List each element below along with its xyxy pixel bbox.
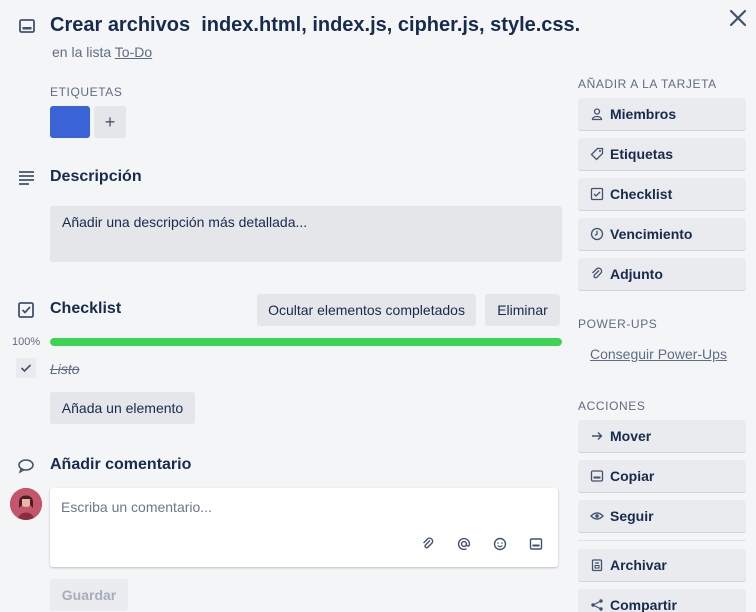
- label-chip[interactable]: [50, 106, 90, 138]
- archive-label: Archivar: [610, 557, 667, 573]
- checklist-icon: [590, 187, 604, 201]
- comment-heading: Añadir comentario: [50, 456, 192, 473]
- powerups-heading: POWER-UPS: [578, 317, 658, 331]
- checklist-icon: [17, 301, 35, 319]
- attachment-label: Adjunto: [610, 266, 663, 282]
- in-list-prefix: en la lista: [52, 44, 112, 60]
- members-button[interactable]: Miembros: [578, 98, 746, 130]
- card-title[interactable]: Crear archivos index.html, index.js, cip…: [50, 14, 580, 37]
- hide-completed-button[interactable]: Ocultar elementos completados: [257, 294, 476, 326]
- eye-icon: [590, 509, 604, 523]
- archive-button[interactable]: Archivar: [578, 549, 746, 581]
- save-comment-button[interactable]: Guardar: [50, 579, 128, 611]
- members-label: Miembros: [610, 106, 677, 122]
- due-date-label: Vencimiento: [610, 226, 693, 242]
- emoji-icon[interactable]: [493, 537, 507, 551]
- progress-bar: [50, 338, 562, 346]
- list-info: en la lista To-Do: [52, 44, 152, 60]
- delete-checklist-button[interactable]: Eliminar: [485, 294, 560, 326]
- progress-percent: 100%: [12, 336, 41, 348]
- share-icon: [590, 598, 604, 612]
- arrow-right-icon: [590, 429, 604, 443]
- add-label-button[interactable]: +: [94, 106, 126, 138]
- follow-label: Seguir: [610, 508, 654, 524]
- checklist-heading[interactable]: Checklist: [50, 300, 121, 318]
- card-icon[interactable]: [529, 537, 543, 551]
- copy-label: Copiar: [610, 468, 655, 484]
- move-label: Mover: [610, 428, 652, 444]
- avatar[interactable]: [10, 488, 42, 520]
- card-icon: [18, 17, 36, 35]
- progress-bar-fill: [50, 338, 562, 346]
- close-icon[interactable]: [726, 6, 750, 30]
- checklist-button[interactable]: Checklist: [578, 178, 746, 210]
- share-button[interactable]: Compartir: [578, 589, 746, 612]
- checklist-label: Checklist: [610, 186, 673, 202]
- comment-icon: [17, 458, 35, 474]
- card-icon: [590, 469, 604, 483]
- follow-button[interactable]: Seguir: [578, 500, 746, 532]
- list-link[interactable]: To-Do: [115, 44, 152, 60]
- clock-icon: [590, 227, 604, 241]
- description-input[interactable]: Añadir una descripción más detallada...: [50, 206, 562, 262]
- actions-heading: ACCIONES: [578, 399, 646, 413]
- move-button[interactable]: Mover: [578, 420, 746, 452]
- add-item-button[interactable]: Añada un elemento: [50, 392, 195, 424]
- labels-label: Etiquetas: [610, 146, 674, 162]
- share-label: Compartir: [610, 597, 677, 612]
- check-icon: [20, 364, 32, 373]
- comment-input[interactable]: Escriba un comentario...: [50, 488, 558, 567]
- plus-icon: +: [104, 112, 116, 132]
- attachment-icon: [590, 267, 604, 281]
- labels-button[interactable]: Etiquetas: [578, 138, 746, 170]
- get-powerups-link[interactable]: Conseguir Power-Ups: [590, 346, 727, 362]
- sidebar-divider: [578, 540, 746, 541]
- copy-button[interactable]: Copiar: [578, 460, 746, 492]
- mention-icon[interactable]: [457, 537, 471, 551]
- checklist-item-text[interactable]: Listo: [50, 361, 80, 377]
- attachment-button[interactable]: Adjunto: [578, 258, 746, 290]
- comment-placeholder: Escriba un comentario...: [61, 499, 212, 515]
- attachment-icon[interactable]: [421, 537, 435, 551]
- checklist-item-checkbox[interactable]: [16, 358, 36, 378]
- labels-heading: ETIQUETAS: [50, 85, 123, 99]
- label-icon: [590, 147, 604, 161]
- archive-icon: [590, 558, 604, 572]
- description-heading: Descripción: [50, 168, 142, 185]
- due-date-button[interactable]: Vencimiento: [578, 218, 746, 250]
- description-icon: [17, 169, 37, 187]
- add-to-card-heading: AÑADIR A LA TARJETA: [578, 77, 717, 91]
- member-icon: [590, 107, 604, 121]
